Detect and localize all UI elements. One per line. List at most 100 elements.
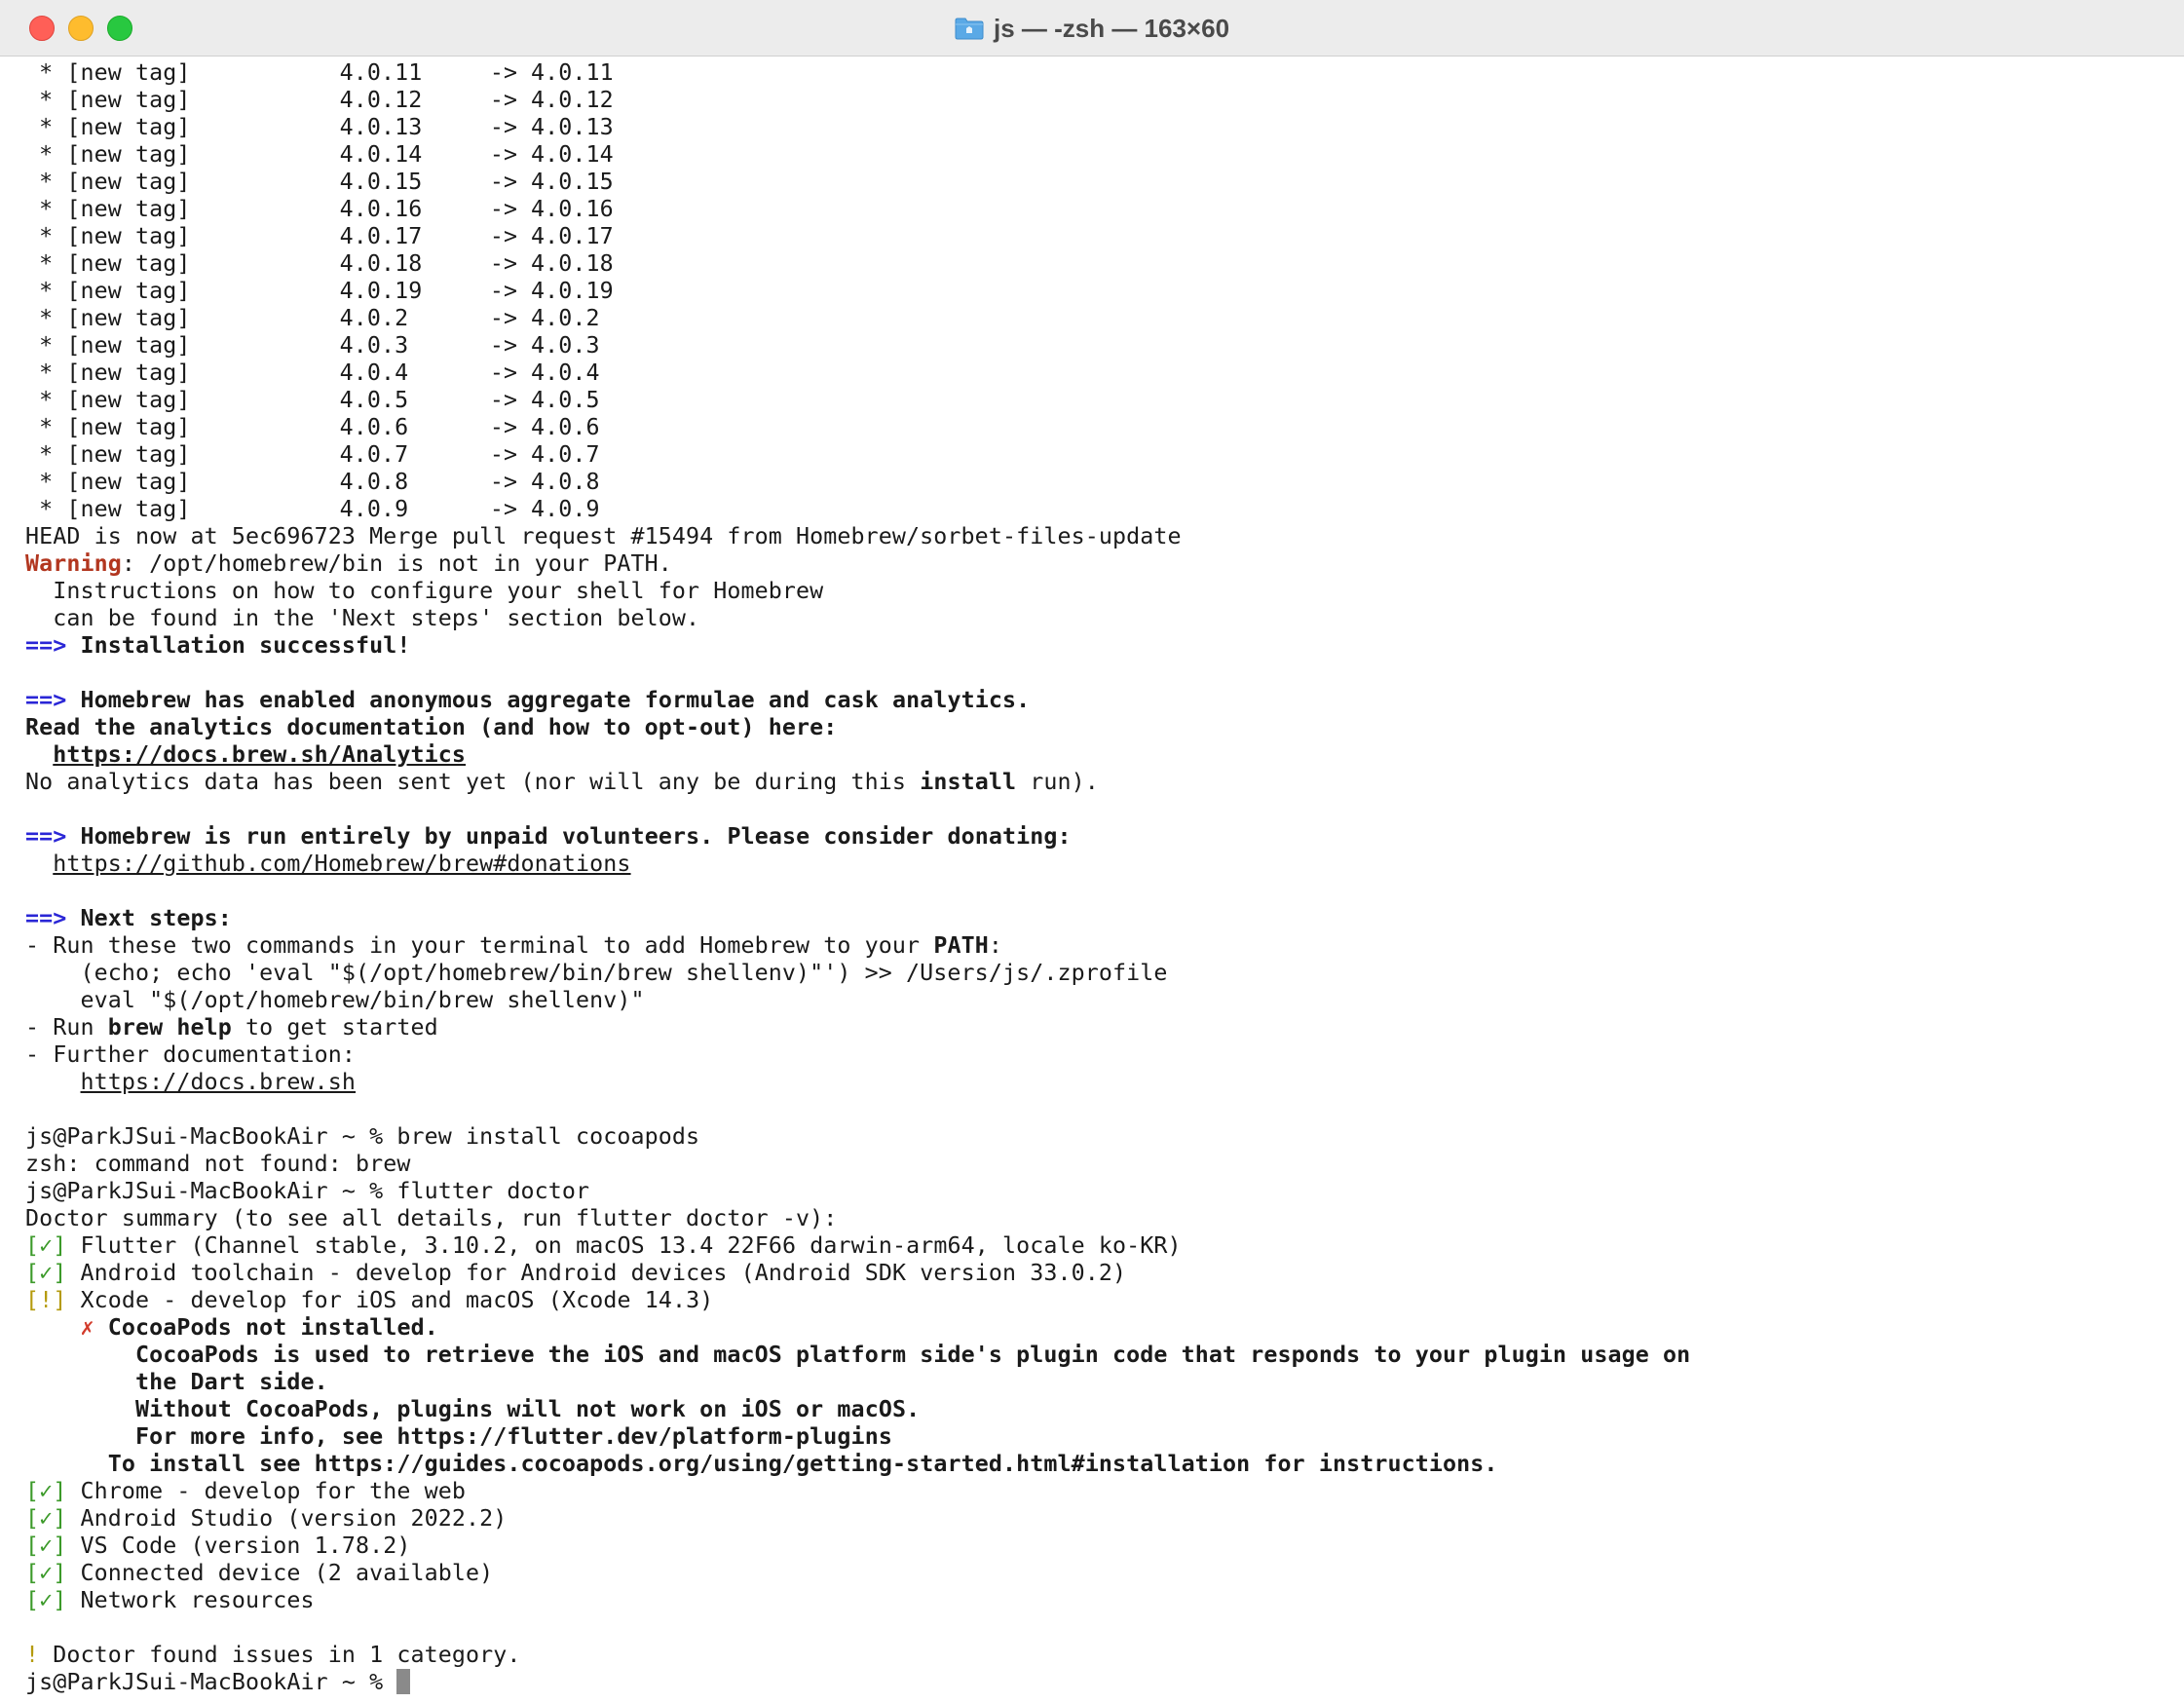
head-line: HEAD is now at 5ec696723 Merge pull requ… <box>25 523 1182 549</box>
analytics-heading: Homebrew has enabled anonymous aggregate… <box>80 687 1031 713</box>
tag-from: 4.0.16 <box>339 196 423 222</box>
doctor-item-android-toolchain: [✓] Android toolchain - develop for Andr… <box>25 1260 2184 1287</box>
tag-arrow: -> <box>489 114 518 140</box>
doctor-item-connected: [✓] Connected device (2 available) <box>25 1560 2184 1587</box>
tag-bullet: * [new tag] <box>25 441 191 468</box>
tag-arrow: -> <box>489 87 518 113</box>
warning-detail: Instructions on how to configure your sh… <box>25 578 824 604</box>
doctor-summary: Doctor summary (to see all details, run … <box>25 1205 838 1231</box>
tag-arrow: -> <box>489 169 518 195</box>
cocoapods-detail: CocoaPods is used to retrieve the iOS an… <box>135 1342 1691 1368</box>
tag-line: * [new tag] 4.0.18 -> 4.0.18 <box>25 250 2184 278</box>
tag-from: 4.0.13 <box>339 114 423 140</box>
check-icon: [✓] <box>25 1260 67 1286</box>
donate-link-line: https://github.com/Homebrew/brew#donatio… <box>25 851 2184 878</box>
doctor-item-vscode: [✓] VS Code (version 1.78.2) <box>25 1533 2184 1560</box>
warning-line: Warning: /opt/homebrew/bin is not in you… <box>25 550 2184 578</box>
tag-to: 4.0.15 <box>530 169 614 195</box>
next-step-bold: brew help <box>107 1014 232 1041</box>
terminal-output[interactable]: * [new tag] 4.0.11 -> 4.0.11 * [new tag] 4.0… <box>0 57 2184 1703</box>
prompt-line[interactable]: js@ParkJSui-MacBookAir ~ % <box>25 1668 2184 1696</box>
tag-bullet: * [new tag] <box>25 305 191 331</box>
doctor-item-text: Network resources <box>80 1587 315 1613</box>
tag-line: * [new tag] 4.0.9 -> 4.0.9 <box>25 496 2184 523</box>
tag-line: * [new tag] 4.0.12 -> 4.0.12 <box>25 87 2184 114</box>
analytics-link[interactable]: https://docs.brew.sh/Analytics <box>53 741 466 768</box>
tag-from: 4.0.12 <box>339 87 423 113</box>
tag-arrow: -> <box>489 278 518 304</box>
next-step-end: to get started <box>231 1014 438 1041</box>
shell-prompt: js@ParkJSui-MacBookAir ~ % <box>25 1669 397 1695</box>
tag-arrow: -> <box>489 223 518 249</box>
tag-from: 4.0.11 <box>339 59 423 86</box>
tag-bullet: * [new tag] <box>25 87 191 113</box>
tag-bullet: * [new tag] <box>25 278 191 304</box>
warning-label: Warning <box>25 550 122 577</box>
tag-to: 4.0.16 <box>530 196 614 222</box>
tag-to: 4.0.14 <box>530 141 614 168</box>
cocoapods-detail-line: CocoaPods is used to retrieve the iOS an… <box>25 1342 2184 1369</box>
tag-from: 4.0.18 <box>339 250 423 277</box>
check-icon: [✓] <box>25 1533 67 1559</box>
tag-bullet: * [new tag] <box>25 141 191 168</box>
cocoapods-missing-line: ✗ CocoaPods not installed. <box>25 1314 2184 1342</box>
tag-bullet: * [new tag] <box>25 169 191 195</box>
title-bar[interactable]: js — -zsh — 163×60 <box>0 0 2184 57</box>
next-step-further: - Further documentation: <box>25 1041 357 1068</box>
tag-bullet: * [new tag] <box>25 59 191 86</box>
cocoapods-missing: CocoaPods not installed. <box>107 1314 438 1341</box>
check-icon: [✓] <box>25 1587 67 1613</box>
doctor-issues: Doctor found issues in 1 category. <box>53 1642 521 1668</box>
tag-arrow: -> <box>489 250 518 277</box>
tag-line: * [new tag] 4.0.16 -> 4.0.16 <box>25 196 2184 223</box>
doctor-item-text: Connected device (2 available) <box>80 1560 494 1586</box>
cocoapods-install-line: To install see https://guides.cocoapods.… <box>25 1451 2184 1478</box>
next-step-cmd2: eval "$(/opt/homebrew/bin/brew shellenv)… <box>25 987 645 1013</box>
next-step-run-two: - Run these two commands in your termina… <box>25 932 2184 960</box>
docs-link-line: https://docs.brew.sh <box>25 1069 2184 1096</box>
terminal-window: js — -zsh — 163×60 * [new tag] 4.0.11 -> 4.… <box>0 0 2184 1703</box>
tag-to: 4.0.18 <box>530 250 614 277</box>
arrow-marker: ==> <box>25 823 67 850</box>
next-step-text: - Run <box>25 1014 108 1041</box>
tag-bullet: * [new tag] <box>25 360 191 386</box>
tag-bullet: * [new tag] <box>25 387 191 413</box>
tag-from: 4.0.15 <box>339 169 423 195</box>
analytics-link-line: https://docs.brew.sh/Analytics <box>25 741 2184 769</box>
tag-arrow: -> <box>489 387 518 413</box>
cocoapods-detail: Without CocoaPods, plugins will not work… <box>135 1396 921 1422</box>
arrow-marker: ==> <box>25 632 67 659</box>
tag-line: * [new tag] 4.0.8 -> 4.0.8 <box>25 469 2184 496</box>
donate-link[interactable]: https://github.com/Homebrew/brew#donatio… <box>53 851 630 877</box>
tag-bullet: * [new tag] <box>25 414 191 440</box>
tag-to: 4.0.6 <box>530 414 600 440</box>
tag-line: * [new tag] 4.0.2 -> 4.0.2 <box>25 305 2184 332</box>
tag-line: * [new tag] 4.0.14 -> 4.0.14 <box>25 141 2184 169</box>
doctor-item-text: Chrome - develop for the web <box>80 1478 467 1504</box>
doctor-item-text: Android Studio (version 2022.2) <box>80 1505 508 1532</box>
tag-from: 4.0.8 <box>339 469 409 495</box>
tag-line: * [new tag] 4.0.17 -> 4.0.17 <box>25 223 2184 250</box>
warning-text: : /opt/homebrew/bin is not in your PATH. <box>121 550 672 577</box>
doctor-item-android-studio: [✓] Android Studio (version 2022.2) <box>25 1505 2184 1533</box>
arrow-marker: ==> <box>25 905 67 931</box>
docs-link[interactable]: https://docs.brew.sh <box>81 1069 357 1095</box>
doctor-item-network: [✓] Network resources <box>25 1587 2184 1614</box>
tag-arrow: -> <box>489 196 518 222</box>
tag-arrow: -> <box>489 305 518 331</box>
tag-arrow: -> <box>489 496 518 522</box>
next-step-cmd1: (echo; echo 'eval "$(/opt/homebrew/bin/b… <box>25 960 1168 986</box>
cocoapods-detail-line: Without CocoaPods, plugins will not work… <box>25 1396 2184 1423</box>
tag-line: * [new tag] 4.0.5 -> 4.0.5 <box>25 387 2184 414</box>
next-step-run-help: - Run brew help to get started <box>25 1014 2184 1041</box>
command-brew-install: js@ParkJSui-MacBookAir ~ % brew install … <box>25 1123 700 1150</box>
tag-list: * [new tag] 4.0.11 -> 4.0.11 * [new tag] 4.0… <box>25 59 2184 523</box>
analytics-heading-line: ==> Homebrew has enabled anonymous aggre… <box>25 687 2184 714</box>
tag-arrow: -> <box>489 441 518 468</box>
tag-bullet: * [new tag] <box>25 469 191 495</box>
tag-to: 4.0.5 <box>530 387 600 413</box>
donate-heading-line: ==> Homebrew is run entirely by unpaid v… <box>25 823 2184 851</box>
analytics-note: No analytics data has been sent yet (nor… <box>25 769 2184 796</box>
